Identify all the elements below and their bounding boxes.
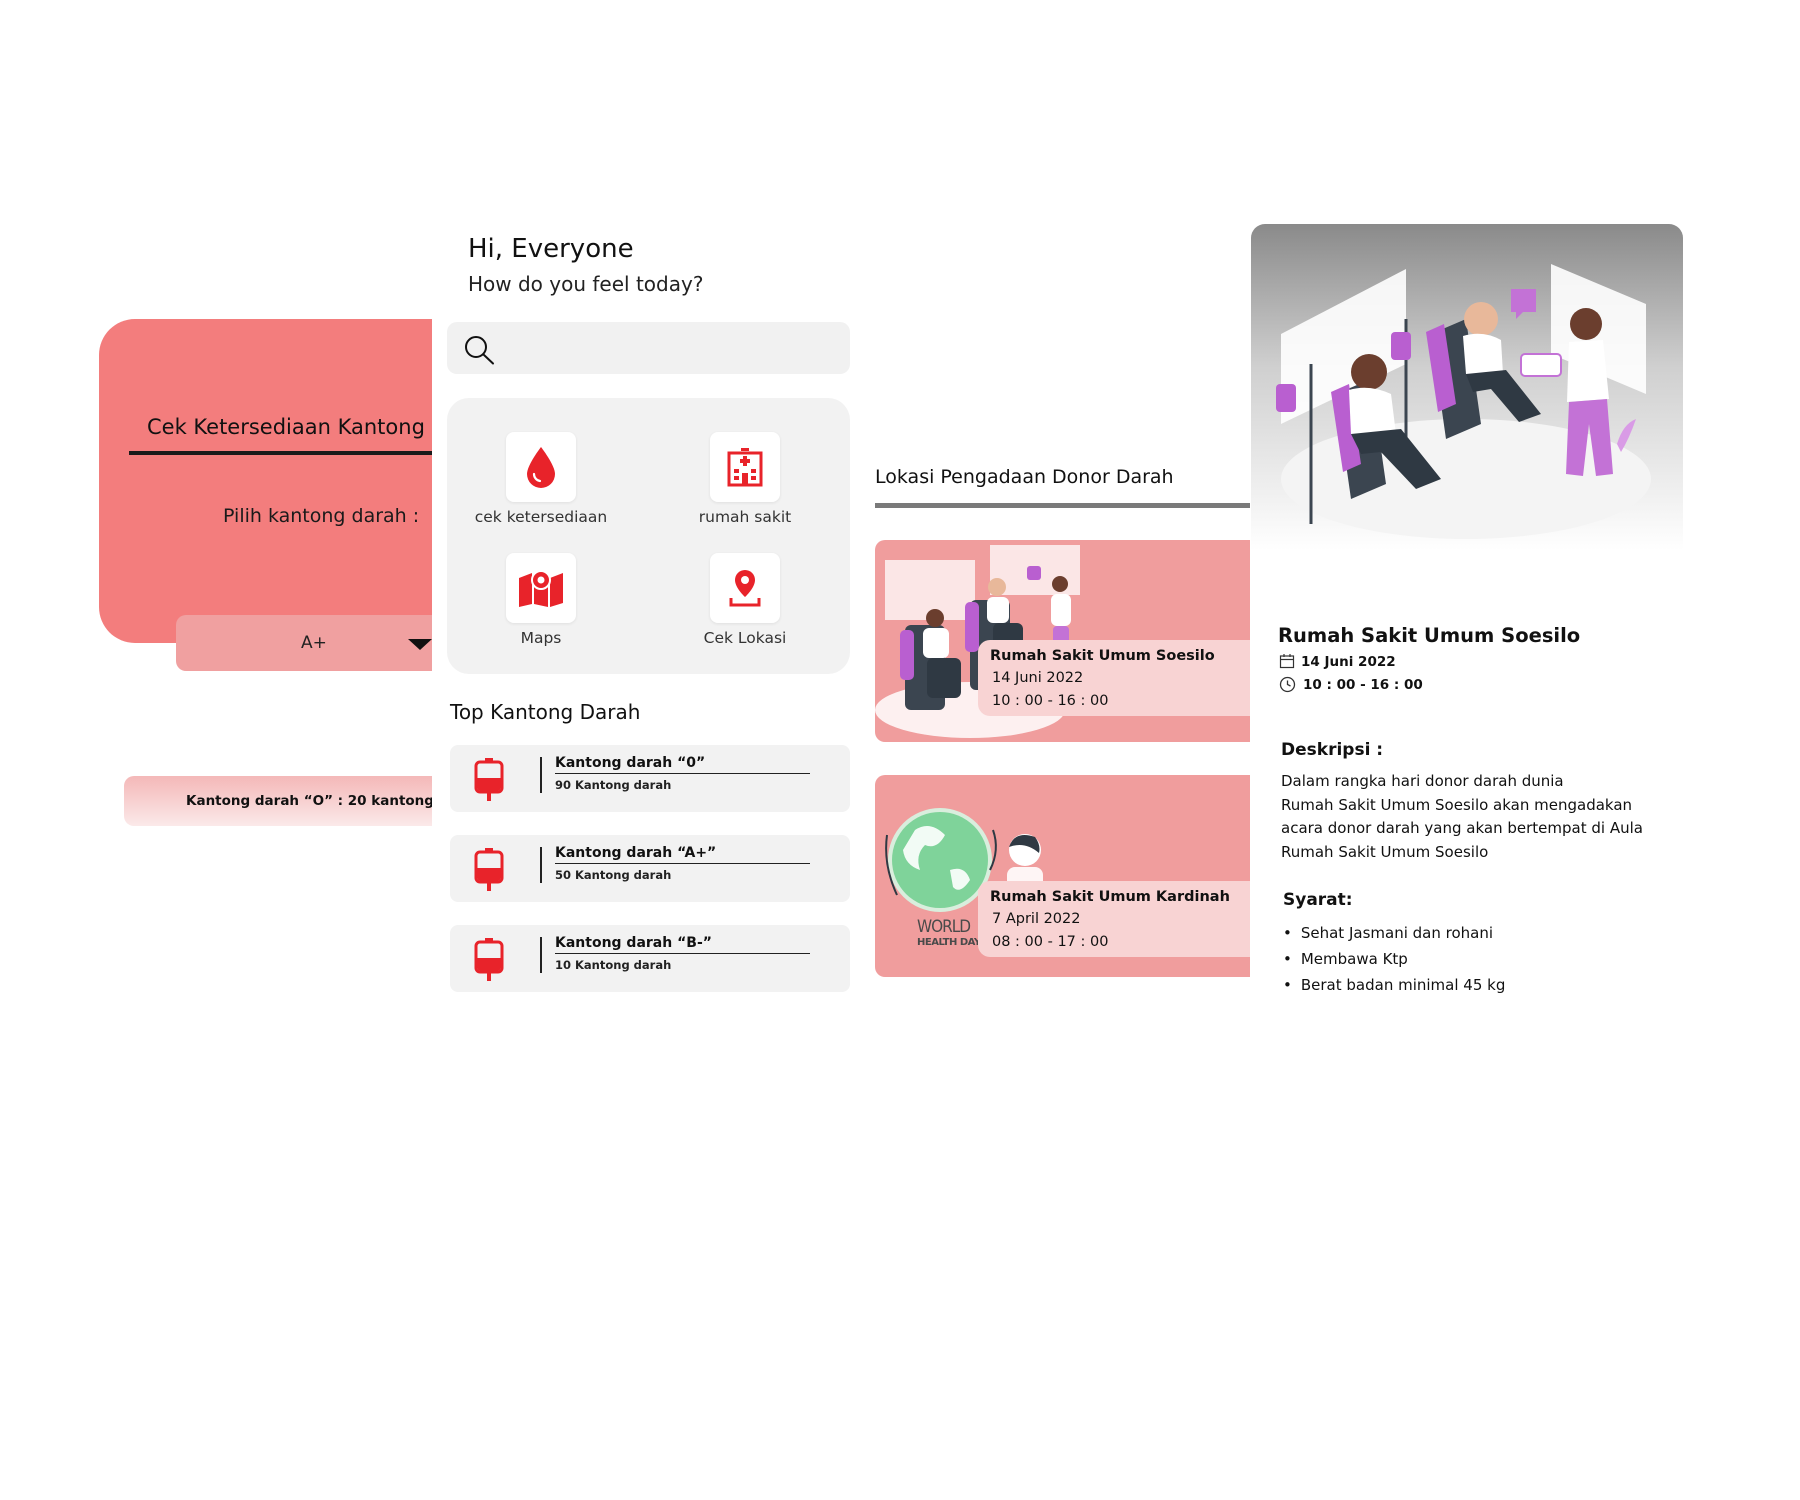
detail-date: 14 Juni 2022 xyxy=(1301,654,1396,670)
blood-type-select[interactable]: A+ xyxy=(176,615,432,671)
kantong-count: 10 Kantong darah xyxy=(555,958,672,972)
kantong-name: Kantong darah “B-” xyxy=(555,935,712,951)
menu-card: cek ketersediaan rumah sakit Maps Cek Lo… xyxy=(447,398,850,674)
syarat-list: Sehat Jasmani dan rohani Membawa Ktp Ber… xyxy=(1283,920,1506,998)
lokasi-title: Lokasi Pengadaan Donor Darah xyxy=(875,466,1174,488)
availability-result-text: Kantong darah “O” : 20 kantong dara xyxy=(186,793,432,809)
search-icon xyxy=(465,336,494,365)
event-date: 7 April 2022 xyxy=(992,911,1081,927)
deskripsi-line: Rumah Sakit Umum Soesilo xyxy=(1281,842,1489,861)
detail-time: 10 : 00 - 16 : 00 xyxy=(1303,677,1423,693)
event-info: Rumah Sakit Umum Kardinah 7 April 2022 0… xyxy=(978,881,1250,957)
menu-icon-box xyxy=(710,553,780,623)
blood-bag-icon xyxy=(474,848,504,891)
menu-rumah-sakit[interactable]: rumah sakit xyxy=(675,432,815,529)
selected-blood-type: A+ xyxy=(301,633,327,653)
world-health-sublabel: HEALTH DAY xyxy=(917,937,981,948)
caret-down-icon xyxy=(408,639,432,650)
menu-label: cek ketersediaan xyxy=(474,508,608,526)
menu-icon-box xyxy=(506,432,576,502)
lokasi-underline xyxy=(875,503,1250,508)
kantong-name: Kantong darah “0” xyxy=(555,755,706,771)
hospital-icon xyxy=(727,448,763,487)
event-time: 10 : 00 - 16 : 00 xyxy=(992,693,1109,709)
event-date: 14 Juni 2022 xyxy=(992,670,1084,686)
event-card[interactable]: WORLD HEALTH DAY Rumah Sakit Umum Kardin… xyxy=(875,775,1250,977)
location-pin-icon xyxy=(729,570,761,607)
menu-icon-box xyxy=(710,432,780,502)
kantong-name: Kantong darah “A+” xyxy=(555,845,717,861)
deskripsi-line: Rumah Sakit Umum Soesilo akan mengadakan xyxy=(1281,795,1633,814)
greeting: Hi, Everyone xyxy=(468,234,634,264)
availability-result: Kantong darah “O” : 20 kantong dara xyxy=(124,776,432,826)
deskripsi-line: Dalam rangka hari donor darah dunia xyxy=(1281,772,1564,790)
menu-icon-box xyxy=(506,553,576,623)
event-card[interactable]: Rumah Sakit Umum Soesilo 14 Juni 2022 10… xyxy=(875,540,1250,742)
menu-label: Maps xyxy=(520,629,562,647)
menu-label: rumah sakit xyxy=(698,508,792,526)
menu-maps[interactable]: Maps xyxy=(471,553,611,650)
top-kantong-title: Top Kantong Darah xyxy=(450,700,641,724)
kantong-count: 50 Kantong darah xyxy=(555,868,672,882)
menu-label: Cek Lokasi xyxy=(703,629,787,647)
blood-drop-icon xyxy=(527,447,555,488)
detail-illustration xyxy=(1251,224,1683,579)
event-info: Rumah Sakit Umum Soesilo 14 Juni 2022 10… xyxy=(978,640,1250,716)
divider xyxy=(555,773,810,774)
blood-bag-icon xyxy=(474,938,504,981)
detail-hospital-name: Rumah Sakit Umum Soesilo xyxy=(1278,624,1581,647)
list-item[interactable]: Kantong darah “0” 90 Kantong darah xyxy=(450,745,850,812)
event-name: Rumah Sakit Umum Kardinah xyxy=(990,889,1230,905)
cek-ketersediaan-title: Cek Ketersediaan Kantong D xyxy=(147,415,432,439)
syarat-item: Membawa Ktp xyxy=(1283,946,1505,972)
blood-bag-icon xyxy=(474,758,504,801)
search-bar[interactable] xyxy=(447,322,850,374)
calendar-icon xyxy=(1279,654,1295,669)
divider xyxy=(555,863,810,864)
syarat-item: Berat badan minimal 45 kg xyxy=(1283,972,1506,998)
list-item[interactable]: Kantong darah “B-” 10 Kantong darah xyxy=(450,925,850,992)
menu-cek-ketersediaan[interactable]: cek ketersediaan xyxy=(471,432,611,529)
deskripsi-heading: Deskripsi : xyxy=(1281,740,1384,760)
cek-ketersediaan-card: Cek Ketersediaan Kantong D Pilih kantong… xyxy=(99,319,432,643)
kantong-count: 90 Kantong darah xyxy=(555,778,672,792)
divider xyxy=(555,953,810,954)
deskripsi-line: acara donor darah yang akan bertempat di… xyxy=(1281,819,1643,837)
title-underline xyxy=(129,451,432,455)
deskripsi-text: Dalam rangka hari donor darah dunia Ruma… xyxy=(1281,770,1681,864)
syarat-heading: Syarat: xyxy=(1283,890,1353,910)
separator xyxy=(540,847,542,883)
map-icon xyxy=(519,570,563,607)
select-label: Pilih kantong darah : xyxy=(223,505,420,527)
menu-cek-lokasi[interactable]: Cek Lokasi xyxy=(675,553,815,650)
greeting-subtitle: How do you feel today? xyxy=(468,272,704,296)
separator xyxy=(540,757,542,793)
event-time: 08 : 00 - 17 : 00 xyxy=(992,934,1109,950)
clock-icon xyxy=(1279,676,1296,693)
separator xyxy=(540,937,542,973)
blood-donation-illustration xyxy=(1276,264,1651,539)
event-name: Rumah Sakit Umum Soesilo xyxy=(990,648,1215,664)
syarat-item: Sehat Jasmani dan rohani xyxy=(1283,920,1505,946)
world-health-label: WORLD xyxy=(917,917,971,937)
list-item[interactable]: Kantong darah “A+” 50 Kantong darah xyxy=(450,835,850,902)
